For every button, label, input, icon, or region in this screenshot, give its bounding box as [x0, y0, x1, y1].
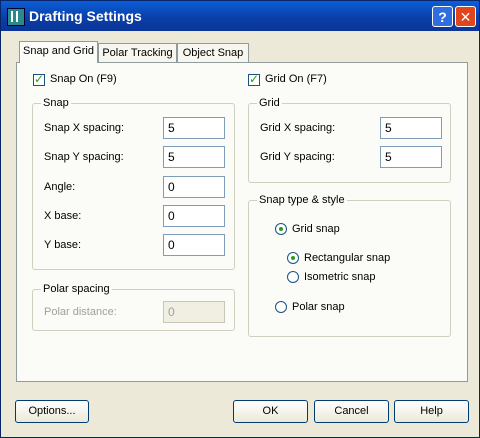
angle-input[interactable]: 0: [163, 176, 225, 198]
snap-type-group: Snap type & style Grid snap Rectangular …: [248, 194, 451, 337]
tab-object-snap[interactable]: Object Snap: [177, 43, 249, 62]
y-base-input[interactable]: 0: [163, 234, 225, 256]
rectangular-snap-label[interactable]: Rectangular snap: [304, 252, 390, 264]
grid-snap-radio[interactable]: [275, 223, 287, 235]
help-button[interactable]: Help: [394, 400, 469, 423]
drafting-settings-dialog: Drafting Settings ? ✕ Snap and Grid Pola…: [0, 0, 480, 438]
window-title: Drafting Settings: [29, 8, 142, 24]
tab-snap-and-grid[interactable]: Snap and Grid: [19, 41, 98, 63]
grid-x-spacing-label: Grid X spacing:: [260, 122, 336, 134]
app-icon: [7, 8, 25, 26]
isometric-snap-label[interactable]: Isometric snap: [304, 271, 376, 283]
tab-polar-tracking[interactable]: Polar Tracking: [98, 43, 177, 62]
angle-label: Angle:: [44, 181, 76, 193]
snap-x-spacing-label: Snap X spacing:: [44, 122, 125, 134]
snap-type-legend: Snap type & style: [257, 194, 347, 206]
polar-distance-input[interactable]: 0: [163, 301, 225, 323]
polar-snap-label[interactable]: Polar snap: [292, 301, 345, 313]
rectangular-snap-radio[interactable]: [287, 252, 299, 264]
grid-y-spacing-label: Grid Y spacing:: [260, 151, 335, 163]
snap-y-spacing-input[interactable]: 5: [163, 146, 225, 168]
grid-on-checkbox[interactable]: [248, 72, 260, 86]
snap-x-spacing-input[interactable]: 5: [163, 117, 225, 139]
snap-on-checkbox[interactable]: [33, 72, 45, 86]
close-button[interactable]: ✕: [455, 6, 476, 27]
grid-group-legend: Grid: [257, 97, 282, 109]
grid-y-spacing-input[interactable]: 5: [380, 146, 442, 168]
polar-distance-label: Polar distance:: [44, 306, 117, 318]
help-title-button[interactable]: ?: [432, 6, 453, 27]
snap-y-spacing-label: Snap Y spacing:: [44, 151, 124, 163]
polar-spacing-group: Polar spacing Polar distance: 0: [32, 283, 235, 331]
x-base-input[interactable]: 0: [163, 205, 225, 227]
grid-group: Grid Grid X spacing: 5 Grid Y spacing: 5: [248, 97, 451, 183]
snap-group-legend: Snap: [41, 97, 71, 109]
x-base-label: X base:: [44, 210, 82, 222]
ok-button[interactable]: OK: [233, 400, 308, 423]
cancel-button[interactable]: Cancel: [314, 400, 389, 423]
y-base-label: Y base:: [44, 239, 82, 251]
grid-x-spacing-input[interactable]: 5: [380, 117, 442, 139]
polar-spacing-legend: Polar spacing: [41, 283, 112, 295]
title-bar[interactable]: Drafting Settings ? ✕: [1, 1, 479, 31]
isometric-snap-radio[interactable]: [287, 271, 299, 283]
snap-on-label[interactable]: Snap On (F9): [50, 73, 117, 85]
options-button[interactable]: Options...: [15, 400, 89, 423]
snap-and-grid-panel: Snap On (F9) Grid On (F7) Snap Snap X sp…: [16, 62, 468, 382]
grid-snap-label[interactable]: Grid snap: [292, 223, 340, 235]
snap-group: Snap Snap X spacing: 5 Snap Y spacing: 5…: [32, 97, 235, 270]
grid-on-label[interactable]: Grid On (F7): [265, 73, 327, 85]
polar-snap-radio[interactable]: [275, 301, 287, 313]
